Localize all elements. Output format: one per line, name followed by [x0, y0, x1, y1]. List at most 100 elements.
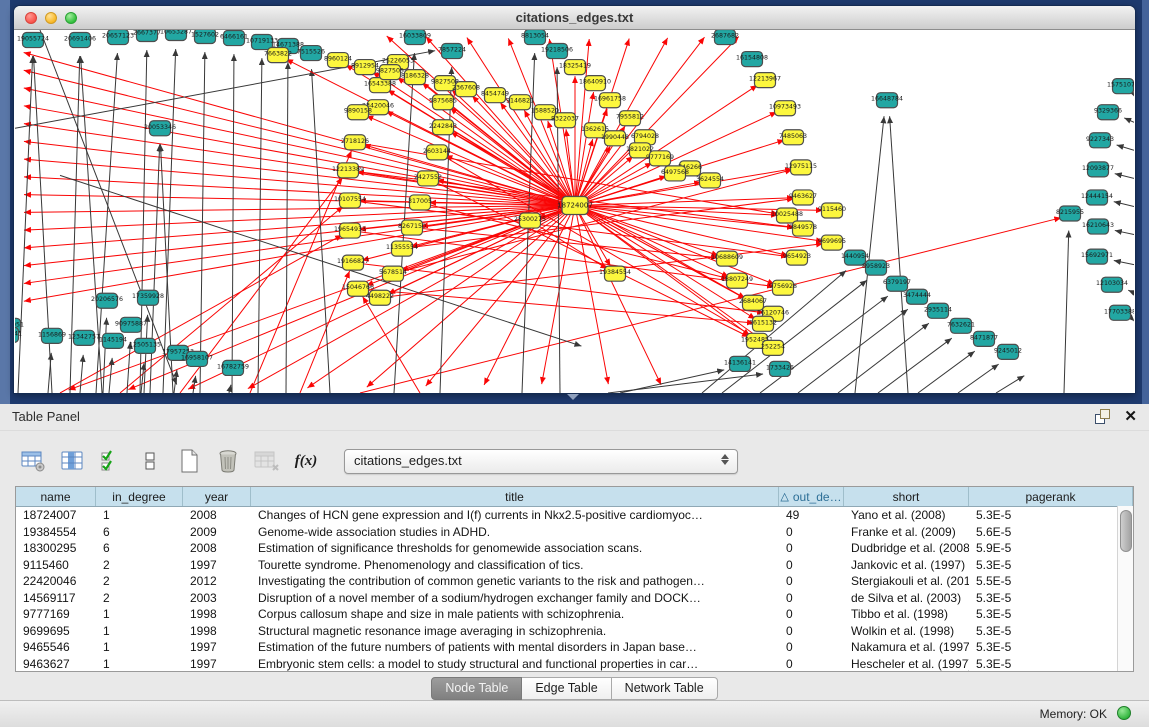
network-node[interactable]: 5875685: [429, 95, 457, 110]
network-node[interactable]: 18640910: [579, 76, 611, 91]
network-node[interactable]: 7515526: [297, 46, 325, 61]
network-node[interactable]: 9245012: [994, 344, 1022, 359]
network-node[interactable]: 8912954: [351, 60, 379, 75]
network-node[interactable]: 2935114: [924, 303, 952, 318]
network-node[interactable]: 16961758: [594, 93, 626, 108]
network-node[interactable]: 6466161: [220, 31, 248, 46]
network-node[interactable]: 16958107: [181, 351, 213, 366]
delete-column-icon[interactable]: [215, 448, 241, 474]
network-node[interactable]: 18807249: [721, 273, 753, 288]
network-node[interactable]: 8471877: [970, 331, 998, 346]
network-node[interactable]: 11355554: [386, 241, 418, 256]
network-node[interactable]: 7485063: [779, 130, 807, 145]
network-node[interactable]: 8960124: [324, 53, 352, 68]
network-node[interactable]: 15751074: [1107, 79, 1134, 94]
function-builder-icon[interactable]: f(x): [293, 448, 319, 474]
network-node[interactable]: 10653287: [160, 30, 192, 41]
network-node[interactable]: 9227343: [1086, 133, 1114, 148]
network-node[interactable]: 9699695: [818, 235, 846, 250]
network-node[interactable]: 12444154: [1081, 190, 1113, 205]
network-node[interactable]: 9115460: [818, 203, 846, 218]
table-mode-icon[interactable]: [20, 448, 46, 474]
network-node[interactable]: 10107554: [334, 193, 366, 208]
network-node[interactable]: 9756928: [769, 280, 797, 295]
network-node[interactable]: 12213389: [332, 163, 364, 178]
table-selector-dropdown[interactable]: citations_edges.txt: [344, 449, 738, 474]
network-node[interactable]: 9827505: [376, 65, 404, 80]
network-node[interactable]: 6497568: [661, 166, 689, 181]
table-row[interactable]: 946362711997Embryonic stem cells: a mode…: [16, 656, 1133, 673]
table-row[interactable]: 977716911998Corpus callosum shape and si…: [16, 606, 1133, 623]
network-node[interactable]: 1145194: [99, 333, 127, 348]
memory-status-indicator[interactable]: [1117, 706, 1131, 720]
table-row[interactable]: 969969511998Structural magnetic resonanc…: [16, 623, 1133, 640]
column-header-pagerank[interactable]: pagerank: [969, 487, 1133, 506]
network-node[interactable]: 3915941: [15, 327, 22, 342]
table-row[interactable]: 911546021997Tourette syndrome. Phenomeno…: [16, 557, 1133, 574]
network-node[interactable]: 12103034: [1096, 277, 1128, 292]
table-row[interactable]: 2242004622012Investigating the contribut…: [16, 573, 1133, 590]
table-row[interactable]: 1456911722003Disruption of a novel membe…: [16, 590, 1133, 607]
tab-node-table[interactable]: Node Table: [431, 677, 522, 700]
column-header-name[interactable]: name: [16, 487, 96, 506]
scrollbar-thumb[interactable]: [1120, 510, 1132, 552]
tab-edge-table[interactable]: Edge Table: [522, 677, 611, 700]
window-titlebar[interactable]: citations_edges.txt: [14, 6, 1135, 30]
network-node[interactable]: 1156869: [38, 328, 66, 343]
network-node[interactable]: 7632621: [947, 318, 975, 333]
network-node[interactable]: 2667377: [133, 30, 161, 42]
network-node[interactable]: 20053346: [144, 121, 176, 136]
network-node[interactable]: 9463627: [789, 190, 817, 205]
table-row[interactable]: 946554611997Estimation of the future num…: [16, 639, 1133, 656]
show-columns-icon[interactable]: [59, 448, 85, 474]
close-panel-icon[interactable]: ✕: [1124, 409, 1137, 424]
column-header-short[interactable]: short: [844, 487, 969, 506]
network-node[interactable]: 2687682: [711, 30, 739, 45]
network-node[interactable]: 8186328: [401, 70, 429, 85]
network-node[interactable]: 4498222: [366, 290, 394, 305]
network-node[interactable]: 7663822: [264, 48, 292, 63]
network-node[interactable]: 9777169: [646, 151, 674, 166]
network-node[interactable]: 9654923: [783, 250, 811, 265]
network-node[interactable]: 8454749: [481, 88, 509, 103]
network-node[interactable]: 9849578: [789, 221, 817, 236]
table-row[interactable]: 1872400712008Changes of HCN gene express…: [16, 507, 1133, 524]
network-node[interactable]: 6379197: [883, 276, 911, 291]
network-node[interactable]: 2718126: [341, 135, 369, 150]
network-hub-node[interactable]: 18724007: [557, 196, 593, 214]
tab-network-table[interactable]: Network Table: [612, 677, 718, 700]
network-node[interactable]: 17359928: [132, 290, 164, 305]
network-node[interactable]: 8322037: [551, 113, 579, 128]
network-node[interactable]: 8813054: [521, 30, 549, 45]
network-node[interactable]: 1615132: [749, 316, 777, 331]
table-row[interactable]: 1830029562008Estimation of significance …: [16, 540, 1133, 557]
network-node[interactable]: 2242843: [429, 120, 457, 135]
column-header-in_degree[interactable]: in_degree: [96, 487, 183, 506]
network-node[interactable]: 2427552: [414, 171, 442, 186]
column-header-out_de[interactable]: △out_de…: [779, 487, 844, 506]
checklist-icon[interactable]: [98, 448, 124, 474]
network-node[interactable]: 1990448: [601, 131, 629, 146]
network-node[interactable]: 2367608: [452, 82, 480, 97]
network-node[interactable]: 8215955: [1056, 206, 1084, 221]
new-column-icon[interactable]: [176, 448, 202, 474]
table-scrollbar[interactable]: [1117, 506, 1133, 671]
network-node[interactable]: 12975115: [785, 160, 817, 175]
network-node[interactable]: 9890158: [344, 105, 372, 120]
rows-icon[interactable]: [137, 448, 163, 474]
network-node[interactable]: 19218506: [541, 44, 573, 59]
network-node[interactable]: 16154808: [736, 52, 768, 67]
panel-divider-handle[interactable]: [567, 394, 579, 400]
network-node[interactable]: 12213967: [749, 73, 781, 88]
close-button[interactable]: [25, 12, 37, 24]
network-node[interactable]: 8267150: [398, 220, 426, 235]
network-node[interactable]: 317005: [408, 195, 432, 210]
table-row[interactable]: 1938455462009Genome-wide association stu…: [16, 524, 1133, 541]
network-node[interactable]: 12342757: [68, 330, 100, 345]
network-node[interactable]: 16033809: [399, 30, 431, 45]
column-header-year[interactable]: year: [183, 487, 251, 506]
network-node[interactable]: 20206576: [91, 293, 123, 308]
network-node[interactable]: 252254: [761, 340, 785, 355]
network-node[interactable]: 16648784: [871, 93, 903, 108]
network-node[interactable]: 14136141: [724, 356, 756, 371]
